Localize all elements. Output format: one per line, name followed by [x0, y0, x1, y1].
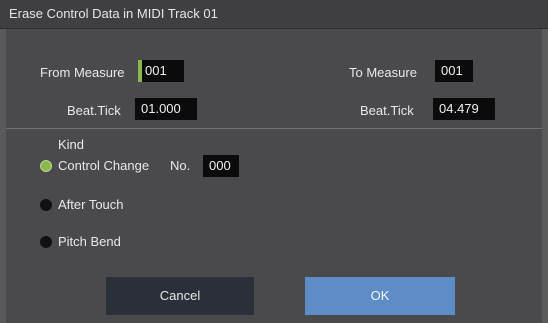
- radio-unselected-icon[interactable]: [40, 199, 52, 211]
- ok-button[interactable]: OK: [305, 277, 455, 315]
- dialog-title: Erase Control Data in MIDI Track 01: [9, 6, 218, 21]
- after-touch-label[interactable]: After Touch: [58, 197, 124, 212]
- from-measure-label: From Measure: [40, 65, 125, 80]
- control-change-label[interactable]: Control Change: [58, 158, 149, 173]
- from-beat-tick-label: Beat.Tick: [67, 103, 121, 118]
- kind-label: Kind: [58, 137, 85, 152]
- cancel-button[interactable]: Cancel: [106, 277, 254, 315]
- to-beat-tick-label: Beat.Tick: [360, 103, 414, 118]
- from-beat-tick-field[interactable]: 01.000: [135, 98, 197, 120]
- dialog-titlebar: Erase Control Data in MIDI Track 01: [0, 0, 548, 29]
- control-number-field[interactable]: 000: [203, 155, 239, 177]
- radio-unselected-icon[interactable]: [40, 236, 52, 248]
- number-label: No.: [170, 158, 191, 173]
- erase-control-data-dialog: Erase Control Data in MIDI Track 01 From…: [0, 0, 548, 323]
- from-measure-field[interactable]: 001: [138, 60, 184, 82]
- to-measure-field[interactable]: 001: [435, 60, 473, 82]
- pitch-bend-label[interactable]: Pitch Bend: [58, 234, 121, 249]
- to-measure-label: To Measure: [349, 65, 417, 80]
- to-beat-tick-field[interactable]: 04.479: [433, 98, 495, 120]
- radio-selected-icon[interactable]: [40, 160, 52, 172]
- section-divider: [6, 128, 542, 129]
